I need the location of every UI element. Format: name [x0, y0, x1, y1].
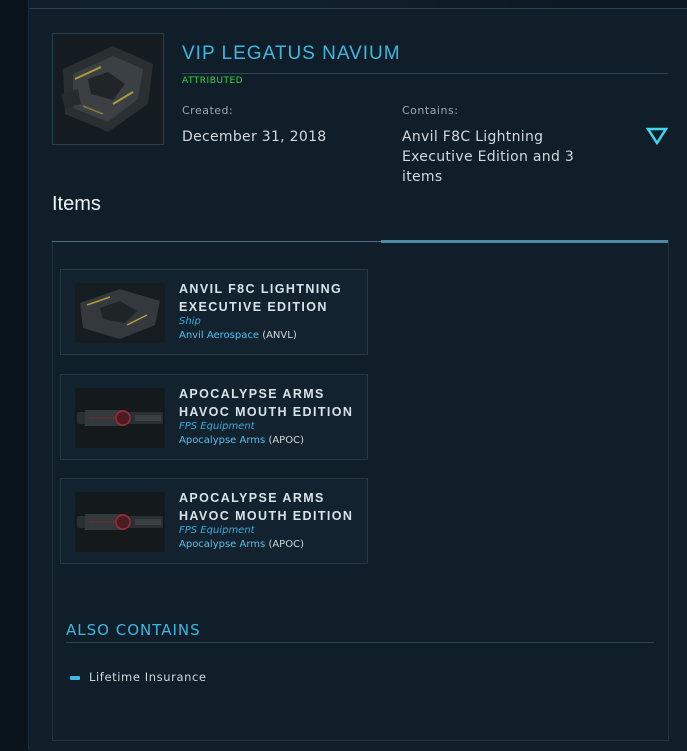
- item-kind: FPS Equipment: [179, 421, 255, 432]
- item-name: APOCALYPSE ARMS HAVOC MOUTH EDITION: [179, 491, 354, 523]
- contains-label: Contains:: [402, 104, 459, 117]
- chevron-down-icon[interactable]: [645, 123, 669, 147]
- item-maker: Apocalypse Arms (APOC): [179, 539, 304, 550]
- maker-code: (ANVL): [262, 330, 297, 341]
- contains-value: Anvil F8C Lightning Executive Edition an…: [402, 129, 575, 185]
- pledge-header: VIP LEGATUS NAVIUM ATTRIBUTED Created: D…: [52, 33, 669, 185]
- item-kind: Ship: [179, 316, 201, 327]
- status-badge: ATTRIBUTED: [182, 76, 244, 86]
- maker-code: (APOC): [268, 435, 304, 446]
- left-rail: [0, 0, 29, 750]
- item-kind: FPS Equipment: [179, 525, 255, 536]
- maker-name: Apocalypse Arms: [179, 539, 266, 550]
- ship-thumbnail: [75, 283, 165, 343]
- item-card[interactable]: APOCALYPSE ARMS HAVOC MOUTH EDITION FPS …: [60, 478, 368, 564]
- items-heading: Items: [52, 193, 101, 215]
- maker-name: Anvil Aerospace: [179, 330, 259, 341]
- item-name: ANVIL F8C LIGHTNING EXECUTIVE EDITION: [179, 282, 343, 314]
- item-maker: Anvil Aerospace (ANVL): [179, 330, 297, 341]
- title-divider: [182, 73, 668, 74]
- item-card[interactable]: APOCALYPSE ARMS HAVOC MOUTH EDITION FPS …: [60, 374, 368, 460]
- items-tab-active-rule: [381, 240, 668, 243]
- items-tab-rule: [52, 241, 381, 242]
- item-name: APOCALYPSE ARMS HAVOC MOUTH EDITION: [179, 387, 354, 419]
- item-card[interactable]: ANVIL F8C LIGHTNING EXECUTIVE EDITION Sh…: [60, 269, 368, 355]
- also-contains-item: Lifetime Insurance: [89, 670, 207, 684]
- weapon-thumbnail: [75, 388, 165, 448]
- maker-code: (APOC): [268, 539, 304, 550]
- pledge-thumbnail: [52, 33, 164, 145]
- bullet-icon: [70, 676, 80, 680]
- maker-name: Apocalypse Arms: [179, 435, 266, 446]
- created-value: December 31, 2018: [182, 129, 327, 145]
- also-contains-heading: ALSO CONTAINS: [66, 621, 201, 639]
- pledge-title: VIP LEGATUS NAVIUM: [182, 43, 401, 64]
- also-contains-divider: [66, 642, 654, 643]
- item-maker: Apocalypse Arms (APOC): [179, 435, 304, 446]
- weapon-thumbnail: [75, 492, 165, 552]
- created-label: Created:: [182, 104, 234, 117]
